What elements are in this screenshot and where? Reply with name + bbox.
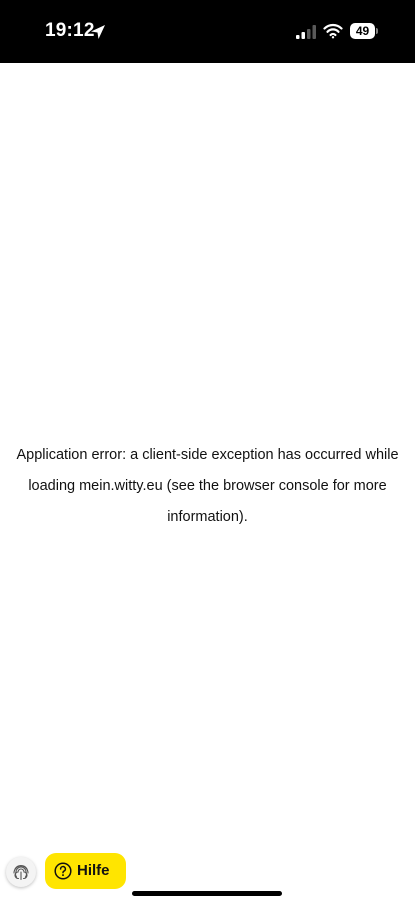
question-circle-icon xyxy=(54,862,72,880)
fingerprint-button[interactable] xyxy=(6,857,36,887)
help-button[interactable]: Hilfe xyxy=(45,853,126,889)
home-indicator[interactable] xyxy=(132,891,282,896)
status-time: 19:12 xyxy=(45,20,95,41)
wifi-icon xyxy=(323,23,343,39)
help-label: Hilfe xyxy=(77,862,110,879)
error-message: Application error: a client-side excepti… xyxy=(16,447,399,525)
location-arrow-icon xyxy=(91,25,105,39)
cellular-signal-icon xyxy=(296,25,316,39)
fingerprint-icon xyxy=(13,865,29,881)
battery-level: 49 xyxy=(350,23,375,39)
battery-indicator: 49 xyxy=(350,23,380,39)
battery-nub xyxy=(376,28,378,34)
status-bar: 19:12 49 xyxy=(0,0,415,63)
